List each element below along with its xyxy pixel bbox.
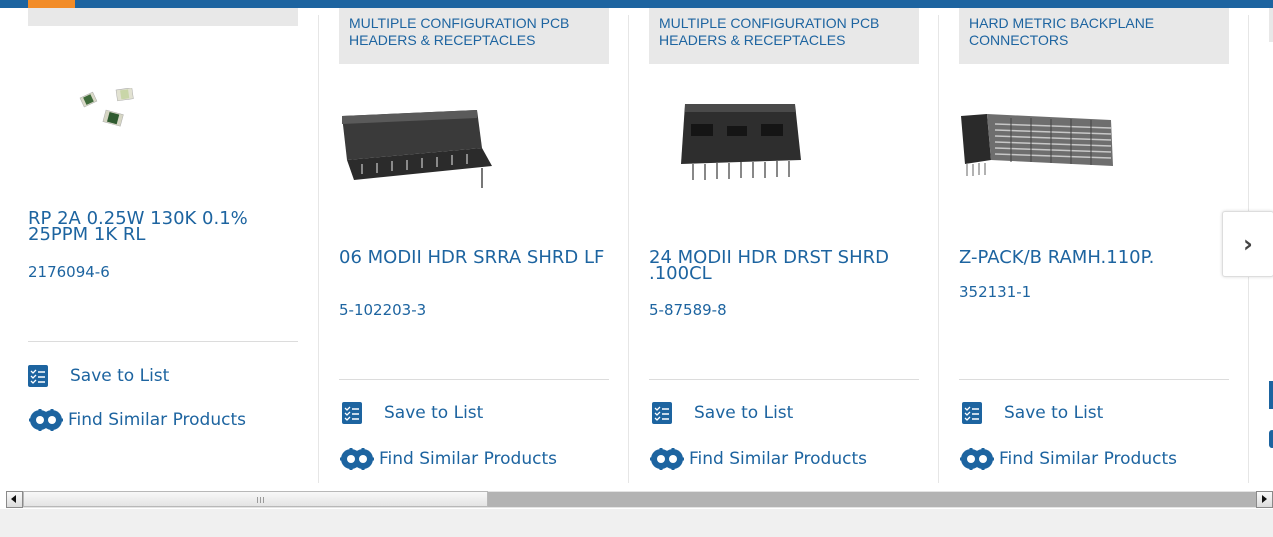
find-similar-button[interactable]: Find Similar Products (959, 447, 1177, 471)
right-angle-header-icon (342, 110, 492, 188)
card-divider (339, 379, 609, 380)
product-carousel: RP 2A 0.25W 130K 0.1% 25PPM 1K RL 217609… (0, 0, 1273, 483)
gears-icon (650, 448, 684, 470)
part-number-link[interactable]: 352131-1 (959, 283, 1031, 301)
dual-row-header-icon (681, 104, 801, 180)
checklist-icon (962, 402, 982, 424)
column-divider (938, 15, 939, 483)
save-to-list-button[interactable]: Save to List (28, 365, 169, 387)
find-similar-label: Find Similar Products (689, 449, 867, 469)
checklist-icon (652, 402, 672, 424)
product-card: HARD METRIC BACKPLANE CONNECTORS Z-PACK/… (959, 0, 1234, 483)
product-card: MULTIPLE CONFIGURATION PCB HEADERS & REC… (339, 0, 614, 483)
product-title-link[interactable]: 24 MODII HDR DRST SHRD .100CL (649, 249, 924, 283)
checklist-icon (28, 365, 48, 387)
save-to-list-button[interactable]: Save to List (962, 402, 1103, 424)
category-label (28, 8, 298, 26)
save-to-list-label: Save to List (70, 366, 170, 386)
category-label[interactable]: HARD METRIC BACKPLANE CONNECTORS (959, 8, 1229, 64)
product-title-link[interactable]: Z-PACK/B RAMH.110P. (959, 249, 1234, 267)
category-label[interactable]: MULTIPLE CONFIGURATION PCB HEADERS & REC… (649, 8, 919, 64)
grip-icon (257, 497, 264, 503)
scroll-right-arrow-icon[interactable] (1256, 491, 1273, 508)
horizontal-scrollbar[interactable] (6, 491, 1273, 508)
gears-icon (29, 409, 63, 431)
product-image[interactable] (78, 87, 148, 140)
find-similar-button[interactable]: Find Similar Products (28, 408, 246, 432)
save-to-list-label: Save to List (384, 403, 484, 423)
product-card: MULTIPLE CONFIGURATION PCB HEADERS & REC… (649, 0, 924, 483)
card-divider (959, 379, 1229, 380)
product-title-link[interactable]: RP 2A 0.25W 130K 0.1% 25PPM 1K RL (28, 210, 303, 244)
product-title-link[interactable]: 06 MODII HDR SRRA SHRD LF (339, 249, 614, 267)
part-number-link[interactable]: 2176094-6 (28, 263, 110, 281)
find-similar-button[interactable]: Find Similar Products (649, 447, 867, 471)
product-image[interactable] (342, 108, 502, 192)
column-divider (628, 15, 629, 483)
find-similar-label: Find Similar Products (68, 410, 246, 430)
category-label[interactable]: MULTIPLE CONFIGURATION PCB HEADERS & REC… (339, 8, 609, 64)
find-similar-button[interactable]: Find Similar Products (339, 447, 557, 471)
gears-icon (960, 448, 994, 470)
card-divider (649, 379, 919, 380)
product-card: RP 2A 0.25W 130K 0.1% 25PPM 1K RL 217609… (28, 0, 298, 483)
product-image[interactable] (961, 110, 1121, 194)
part-number-link[interactable]: 5-102203-3 (339, 301, 426, 319)
part-number-link[interactable]: 5-87589-8 (649, 301, 727, 319)
save-to-list-button[interactable]: Save to List (342, 402, 483, 424)
checklist-icon (342, 402, 362, 424)
chevron-right-icon: › (1243, 230, 1253, 258)
next-card-gears-icon (1269, 430, 1273, 448)
card-divider (28, 341, 298, 342)
column-divider (318, 15, 319, 483)
gears-icon (340, 448, 374, 470)
find-similar-label: Find Similar Products (999, 449, 1177, 469)
save-to-list-label: Save to List (694, 403, 794, 423)
next-card-category-peek (1269, 8, 1273, 42)
save-to-list-button[interactable]: Save to List (652, 402, 793, 424)
product-image[interactable] (677, 100, 807, 194)
scrollbar-trough[interactable] (488, 492, 1256, 507)
save-to-list-label: Save to List (1004, 403, 1104, 423)
scroll-left-arrow-icon[interactable] (6, 491, 23, 508)
backplane-connector-icon (961, 114, 1113, 176)
smd-resistor-icon (79, 87, 134, 127)
next-card-checklist-icon (1269, 381, 1273, 409)
find-similar-label: Find Similar Products (379, 449, 557, 469)
scrollbar-thumb[interactable] (23, 491, 488, 507)
carousel-next-button[interactable]: › (1222, 211, 1273, 277)
page-bottom-band (0, 509, 1273, 537)
